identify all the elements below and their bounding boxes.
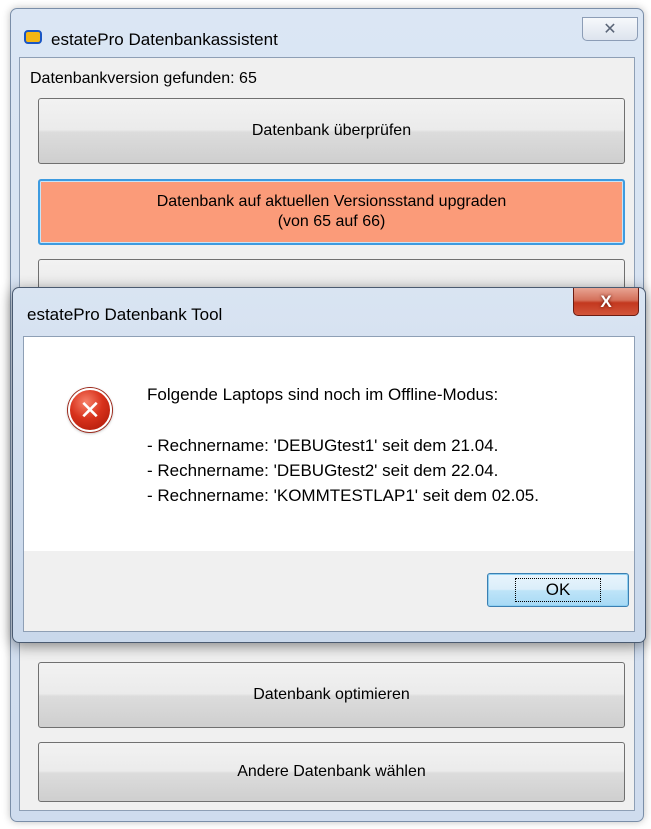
optimize-database-label: Datenbank optimieren [253,686,410,703]
ok-button-label: OK [514,578,602,602]
message-line: - Rechnername: 'DEBUGtest1' seit dem 21.… [147,436,499,455]
error-icon: ✕ [68,388,112,432]
upgrade-label-line2: (von 65 auf 66) [277,213,386,230]
optimize-database-button[interactable]: Datenbank optimieren [38,662,625,728]
dialog-title: estatePro Datenbank Tool [27,305,223,324]
dialog-client-area: ✕ Folgende Laptops sind noch im Offline-… [23,336,635,632]
message-lines: - Rechnername: 'DEBUGtest1' seit dem 21.… [147,433,539,508]
version-label: Datenbankversion gefunden: 65 [30,70,257,87]
dialog-close-button[interactable]: X [573,288,639,316]
app-icon [24,30,42,44]
message-line: - Rechnername: 'DEBUGtest2' seit dem 22.… [147,461,499,480]
check-database-button[interactable]: Datenbank überprüfen [38,98,625,164]
main-titlebar: estatePro Datenbankassistent ✕ [11,9,643,57]
choose-other-database-button[interactable]: Andere Datenbank wählen [38,742,625,802]
upgrade-database-button[interactable]: Datenbank auf aktuellen Versionsstand up… [38,179,625,245]
check-database-label: Datenbank überprüfen [251,122,412,139]
dialog-message-panel: ✕ Folgende Laptops sind noch im Offline-… [24,337,634,551]
message-heading: Folgende Laptops sind noch im Offline-Mo… [147,385,499,404]
upgrade-label-line1: Datenbank auf aktuellen Versionsstand up… [156,193,507,210]
main-close-button[interactable]: ✕ [582,17,638,41]
message-line: - Rechnername: 'KOMMTESTLAP1' seit dem 0… [147,486,539,505]
main-window-title: estatePro Datenbankassistent [51,30,278,49]
choose-other-database-label: Andere Datenbank wählen [237,763,426,780]
message-dialog: estatePro Datenbank Tool X ✕ Folgende La… [12,287,646,643]
ok-button[interactable]: OK [487,573,629,607]
